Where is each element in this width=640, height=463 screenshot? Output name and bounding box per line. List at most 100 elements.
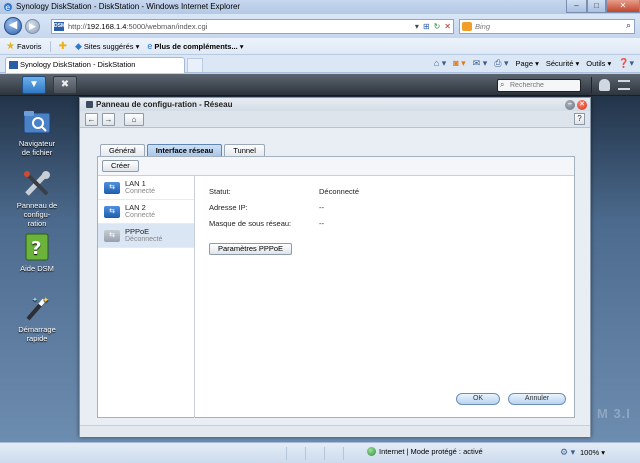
home-icon[interactable]: ⌂ ▾ (434, 58, 446, 69)
command-bar: ⌂ ▾ ◙ ▾ ✉ ▾ ⎙ ▾ Page ▾ Sécurité ▾ Outils… (434, 58, 634, 69)
mask-value: -- (319, 219, 324, 228)
dsm-taskbar: ▼ ✖ ⌕ (0, 74, 640, 96)
tab-general[interactable]: Général (100, 144, 145, 156)
minimize-button[interactable]: – (566, 0, 587, 13)
forward-arrow-icon[interactable]: → (102, 113, 115, 126)
suggested-sites-icon: ◆ (74, 40, 82, 51)
search-icon[interactable]: ⌕ (626, 20, 631, 31)
refresh-icon[interactable]: ↻ (434, 21, 441, 33)
panel-toolbar: Créer (98, 157, 574, 176)
ie-icon: e (3, 2, 13, 12)
new-tab-button[interactable] (187, 58, 203, 72)
interface-details: Statut: Déconnecté Adresse IP: -- Masque… (209, 187, 569, 255)
address-url[interactable]: http://192.168.1.4:5000/webman/index.cgi (68, 22, 207, 31)
compat-icon[interactable]: ⊞ (423, 21, 430, 33)
window-title-icon (86, 101, 93, 108)
window-controls: – □ ✕ (566, 0, 640, 14)
list-item-pppoe[interactable]: ⇆ PPPoE Déconnecté (98, 224, 194, 248)
forward-button[interactable]: ▶ (25, 19, 40, 34)
svg-text:✦: ✦ (32, 296, 38, 304)
site-favicon-icon: DSM (54, 22, 66, 31)
cancel-button[interactable]: Annuler (508, 393, 566, 405)
browser-statusbar: Internet | Mode protégé : activé ⚙ ▾ 100… (0, 442, 640, 463)
pppoe-settings-button[interactable]: Paramètres PPPoE (209, 243, 293, 255)
stop-icon[interactable]: ✕ (444, 21, 451, 33)
add-favorites-icon[interactable]: ✚ (59, 41, 67, 52)
help-book-icon: ? (22, 232, 52, 262)
dsm-search-input[interactable] (510, 80, 580, 91)
desktop-control-panel[interactable]: Panneau de configu- ration (4, 169, 70, 228)
file-browser-icon (22, 107, 52, 137)
print-icon[interactable]: ⎙ ▾ (494, 58, 508, 69)
search-icon: ⌕ (500, 80, 505, 89)
pppoe-interface-icon: ⇆ (104, 230, 120, 242)
minimize-window-button[interactable]: – (565, 100, 575, 110)
dsm-desktop: ▼ ✖ ⌕ Navigateur de fichier Panneau de c… (0, 74, 640, 442)
interface-list: ⇆ LAN 1 Connecté ⇆ LAN 2 Connecté ⇆ PPPo… (98, 176, 195, 418)
address-row: ◀ ▶ DSM http://192.168.1.4:5000/webman/i… (0, 14, 640, 38)
ok-button[interactable]: OK (456, 393, 500, 405)
tab-tunnel[interactable]: Tunnel (224, 144, 265, 156)
globe-icon (367, 447, 376, 456)
list-item-lan1[interactable]: ⇆ LAN 1 Connecté (98, 176, 194, 200)
addons-link[interactable]: e Plus de compléments... ▾ (147, 41, 243, 51)
desktop-quick-start[interactable]: ✦ ✦ Démarrage rapide (4, 293, 70, 343)
window-footer (80, 425, 590, 437)
help-icon[interactable]: ? (574, 113, 585, 125)
favorites-bar: ★ Favoris ✚ ◆ Sites suggérés ▾ e Plus de co… (0, 38, 640, 55)
tab-bar: Synology DiskStation - DiskStation ⌂ ▾ ◙… (0, 55, 640, 73)
address-bar[interactable]: DSM http://192.168.1.4:5000/webman/index… (51, 19, 454, 34)
desktop-file-browser[interactable]: Navigateur de fichier (4, 107, 70, 157)
close-window-button[interactable]: ✕ (577, 100, 587, 110)
restore-button[interactable]: □ (587, 0, 606, 13)
security-menu[interactable]: Sécurité ▾ (546, 59, 579, 68)
dsm-search-box[interactable]: ⌕ (497, 79, 581, 92)
dsm-watermark: M 3.I (597, 406, 631, 421)
network-interface-icon: ⇆ (104, 182, 120, 194)
list-item-lan2[interactable]: ⇆ LAN 2 Connecté (98, 200, 194, 224)
favorites-button[interactable]: ★ Favoris (6, 41, 42, 52)
create-button[interactable]: Créer (102, 160, 139, 172)
control-panel-window: Panneau de configu-ration - Réseau – ✕ ←… (79, 97, 591, 437)
security-zone[interactable]: Internet | Mode protégé : activé (367, 447, 483, 456)
svg-text:✦: ✦ (42, 296, 50, 306)
feeds-icon[interactable]: ◙ ▾ (453, 58, 465, 69)
suggested-sites-link[interactable]: ◆ Sites suggérés ▾ (75, 41, 139, 52)
tools-menu[interactable]: Outils ▾ (586, 59, 611, 68)
main-menu-button[interactable]: ▼ (22, 76, 46, 94)
bing-search-input[interactable] (475, 21, 615, 32)
status-value: Déconnecté (319, 187, 360, 196)
mail-icon[interactable]: ✉ ▾ (473, 58, 488, 69)
close-button[interactable]: ✕ (606, 0, 640, 13)
window-toolbar: ← → ⌂ ? (80, 111, 590, 128)
ip-value: -- (319, 203, 324, 212)
window-title: Synology DiskStation - DiskStation - Win… (16, 2, 241, 11)
options-icon[interactable] (618, 80, 630, 90)
browser-tab[interactable]: Synology DiskStation - DiskStation (5, 57, 185, 73)
control-panel-icon (22, 169, 52, 199)
back-button[interactable]: ◀ (4, 17, 22, 35)
page-menu[interactable]: Page ▾ (515, 59, 538, 68)
window-header[interactable]: Panneau de configu-ration - Réseau – ✕ (80, 98, 590, 111)
svg-text:e: e (5, 3, 10, 12)
network-tabs: Général Interface réseau Tunnel (100, 144, 265, 156)
tab-network-interface[interactable]: Interface réseau (146, 144, 223, 156)
magic-wand-icon: ✦ ✦ (22, 293, 52, 323)
back-arrow-icon[interactable]: ← (85, 113, 98, 126)
user-icon[interactable] (599, 79, 610, 91)
home-icon[interactable]: ⌂ (124, 113, 144, 126)
control-panel-taskbar-button[interactable]: ✖ (53, 76, 77, 94)
status-row: Statut: Déconnecté (209, 187, 360, 196)
bing-search-box[interactable]: ⌕ (459, 19, 635, 34)
network-interface-icon: ⇆ (104, 206, 120, 218)
dropdown-icon[interactable]: ▾ (415, 21, 419, 33)
help-icon[interactable]: ❓▾ (618, 58, 634, 69)
zoom-level[interactable]: 100% ▾ (580, 448, 605, 457)
desktop-dsm-help[interactable]: ? Aide DSM (4, 232, 70, 273)
ip-row: Adresse IP: -- (209, 203, 324, 212)
popup-blocker-icon[interactable]: ⚙ ▾ (560, 447, 575, 458)
bing-icon (462, 22, 472, 31)
mask-row: Masque de sous réseau: -- (209, 219, 324, 228)
browser-titlebar: e Synology DiskStation - DiskStation - W… (0, 0, 640, 14)
addons-icon: e (147, 41, 153, 51)
